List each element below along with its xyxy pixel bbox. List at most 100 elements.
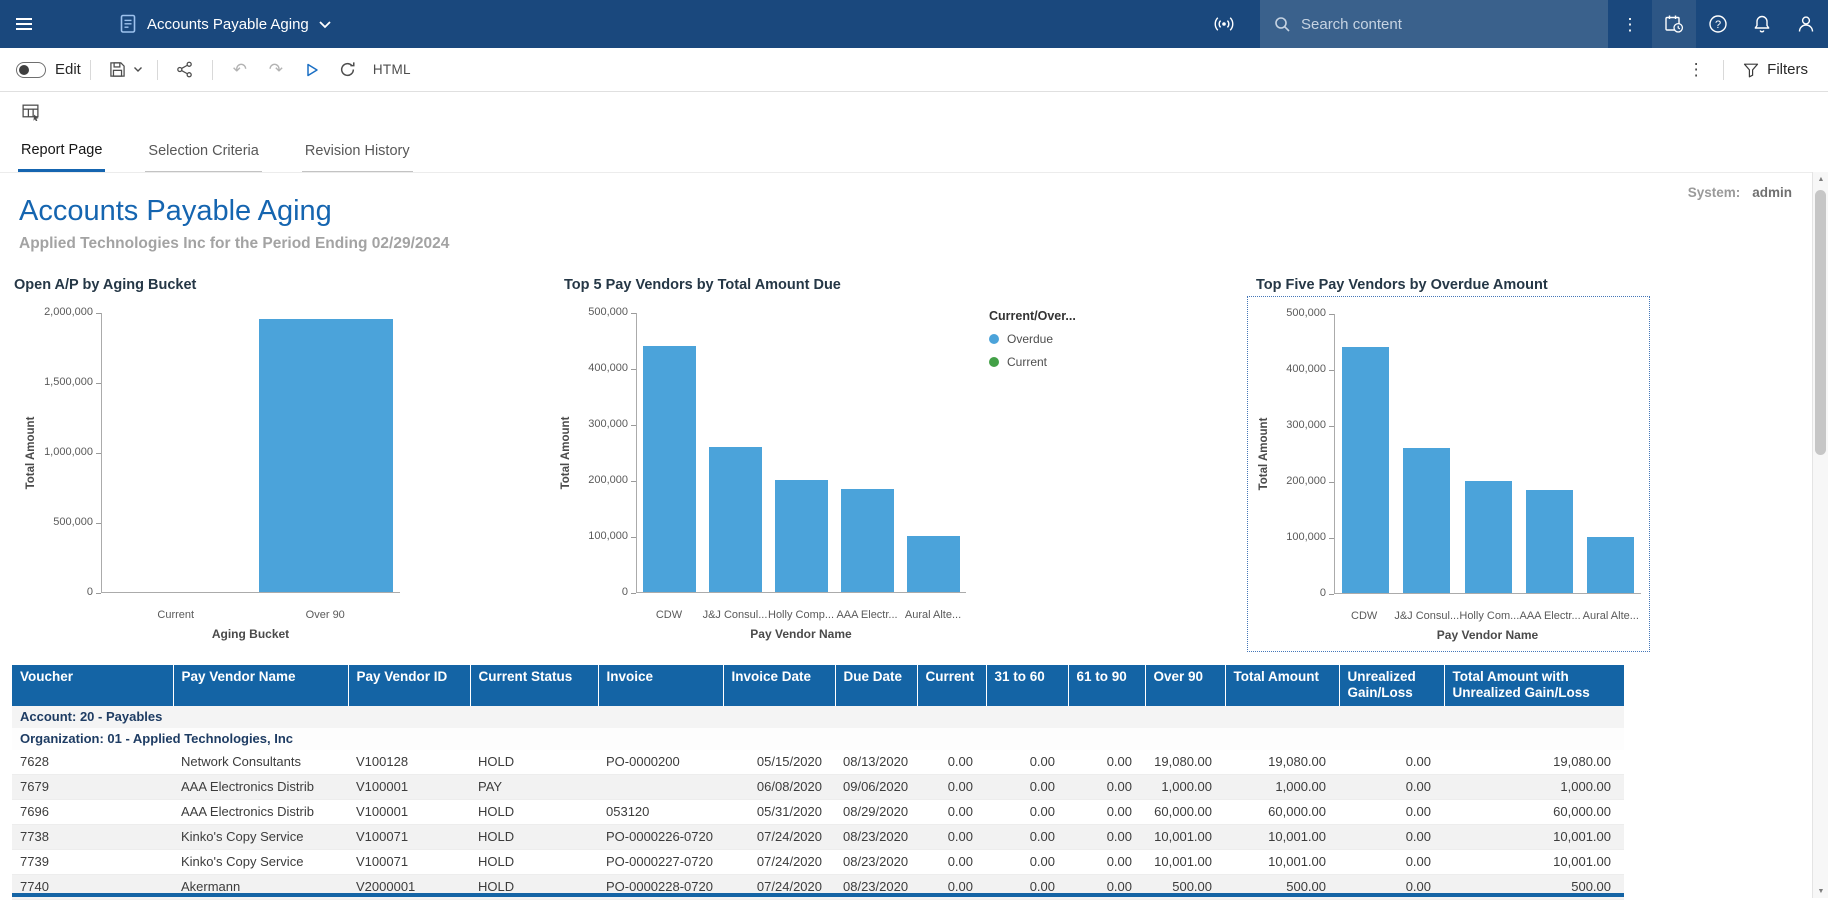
cell: 08/23/2020 xyxy=(835,849,917,874)
refresh-icon xyxy=(339,61,356,78)
bar-slot xyxy=(1580,314,1641,593)
edit-toggle-label: Edit xyxy=(55,61,81,78)
column-header[interactable]: Unrealized Gain/Loss xyxy=(1339,665,1444,706)
bar-cdw[interactable] xyxy=(1342,347,1389,593)
cell xyxy=(598,774,723,799)
cell: 19,080.00 xyxy=(1145,750,1225,775)
y-tick-label: 400,000 xyxy=(570,362,628,374)
bar-aaa-electr[interactable] xyxy=(1526,490,1573,593)
cell: HOLD xyxy=(470,824,598,849)
column-header[interactable]: Total Amount with Unrealized Gain/Loss xyxy=(1444,665,1624,706)
chart-open-ap-by-aging-bucket[interactable]: Total Amount0500,0001,000,0001,500,0002,… xyxy=(14,301,454,653)
bar-holly-com[interactable] xyxy=(1465,481,1512,593)
column-header[interactable]: 61 to 90 xyxy=(1068,665,1145,706)
document-switcher[interactable]: Accounts Payable Aging xyxy=(114,0,338,48)
search-placeholder: Search content xyxy=(1301,16,1402,33)
bar-slot xyxy=(834,313,900,592)
column-header[interactable]: Current Status xyxy=(470,665,598,706)
notifications-button[interactable] xyxy=(1740,0,1784,48)
toolbar-divider xyxy=(212,60,213,80)
schedule-button[interactable] xyxy=(1652,0,1696,48)
format-html-button[interactable]: HTML xyxy=(366,48,418,92)
cell: V100001 xyxy=(348,774,470,799)
bar-aural-alte[interactable] xyxy=(1587,537,1634,593)
column-header[interactable]: Voucher xyxy=(12,665,173,706)
scrollbar-thumb[interactable] xyxy=(1815,190,1826,455)
column-header[interactable]: Invoice Date xyxy=(723,665,835,706)
y-tick-label: 500,000 xyxy=(570,306,628,318)
tab-revision-history[interactable]: Revision History xyxy=(302,130,413,172)
x-axis-title: Pay Vendor Name xyxy=(1334,628,1641,642)
scroll-down-arrow[interactable]: ▼ xyxy=(1813,884,1828,898)
bar-aaa-electr[interactable] xyxy=(841,489,894,592)
undo-button[interactable]: ↶ xyxy=(222,48,258,92)
group-header: Organization: 01 - Applied Technologies,… xyxy=(12,728,1624,750)
y-tick-label: 0 xyxy=(570,586,628,598)
column-header[interactable]: Invoice xyxy=(598,665,723,706)
svg-text:?: ? xyxy=(1715,19,1721,31)
cell: 06/08/2020 xyxy=(723,774,835,799)
column-header[interactable]: Total Amount xyxy=(1225,665,1339,706)
y-tick-label: 100,000 xyxy=(570,530,628,542)
x-tick-labels: CurrentOver 90 xyxy=(101,609,400,621)
column-header[interactable]: Pay Vendor Name xyxy=(173,665,348,706)
account-button[interactable] xyxy=(1784,0,1828,48)
legend-item-current[interactable]: Current xyxy=(989,355,1076,369)
cell: 09/06/2020 xyxy=(835,774,917,799)
table-row: 7739Kinko's Copy ServiceV100071HOLDPO-00… xyxy=(12,849,1624,874)
column-header[interactable]: Current xyxy=(917,665,986,706)
legend-item-overdue[interactable]: Overdue xyxy=(989,332,1076,346)
share-icon xyxy=(176,61,193,78)
legend-title: Current/Over... xyxy=(989,309,1076,323)
tab-selection-criteria[interactable]: Selection Criteria xyxy=(145,130,261,172)
bar-holly-comp[interactable] xyxy=(775,480,828,592)
column-header[interactable]: Pay Vendor ID xyxy=(348,665,470,706)
save-options-button[interactable] xyxy=(128,48,148,92)
x-tick-label: Holly Com... xyxy=(1459,610,1519,622)
column-header[interactable]: 31 to 60 xyxy=(986,665,1068,706)
bar-j-j-consul[interactable] xyxy=(1403,448,1450,593)
bar-over-90[interactable] xyxy=(259,319,393,592)
cell: 0.00 xyxy=(1339,799,1444,824)
cell: 1,000.00 xyxy=(1145,774,1225,799)
run-button[interactable] xyxy=(294,48,330,92)
column-header[interactable]: Over 90 xyxy=(1145,665,1225,706)
data-alerts-button[interactable] xyxy=(1202,0,1246,48)
x-tick-label: Aural Alte... xyxy=(1581,610,1641,622)
help-button[interactable]: ? xyxy=(1696,0,1740,48)
filters-button[interactable]: Filters xyxy=(1733,48,1818,92)
edit-toggle[interactable] xyxy=(16,62,46,78)
y-tick-label: 0 xyxy=(35,586,93,598)
page-views-button[interactable] xyxy=(12,89,48,133)
column-header[interactable]: Due Date xyxy=(835,665,917,706)
cell: 7738 xyxy=(12,824,173,849)
bar-j-j-consul[interactable] xyxy=(709,447,762,592)
x-axis-title: Pay Vendor Name xyxy=(636,627,966,641)
chart-top5-vendors-total-due[interactable]: Total Amount0100,000200,000300,000400,00… xyxy=(540,301,1115,653)
app-bar-more-button[interactable]: ⋮ xyxy=(1608,0,1652,48)
redo-button[interactable]: ↷ xyxy=(258,48,294,92)
y-tick-label: 500,000 xyxy=(1268,307,1326,319)
more-options-button[interactable]: ⋮ xyxy=(1678,48,1714,92)
x-tick-labels: CDWJ&J Consul...Holly Com...AAA Electr..… xyxy=(1334,610,1641,622)
cell: 0.00 xyxy=(986,750,1068,775)
x-tick-label: AAA Electr... xyxy=(1520,610,1581,622)
cell: 0.00 xyxy=(986,774,1068,799)
tab-report-page[interactable]: Report Page xyxy=(18,130,105,172)
vertical-scrollbar[interactable]: ▲ ▼ xyxy=(1812,172,1828,898)
help-icon: ? xyxy=(1708,14,1728,34)
share-button[interactable] xyxy=(167,48,203,92)
search-bar[interactable]: Search content xyxy=(1260,0,1608,48)
x-tick-label: J&J Consul... xyxy=(702,609,768,621)
bar-aural-alte[interactable] xyxy=(907,536,960,592)
chart-top5-vendors-overdue[interactable]: Total Amount0100,000200,000300,000400,00… xyxy=(1247,296,1650,652)
main-menu-button[interactable] xyxy=(0,0,48,48)
scroll-up-arrow[interactable]: ▲ xyxy=(1813,172,1828,186)
cell: PO-0000200 xyxy=(598,750,723,775)
cell: 0.00 xyxy=(1068,849,1145,874)
y-tick-label: 1,500,000 xyxy=(35,376,93,388)
cell: 0.00 xyxy=(1339,824,1444,849)
cell: 05/31/2020 xyxy=(723,799,835,824)
bar-cdw[interactable] xyxy=(643,346,696,592)
refresh-button[interactable] xyxy=(330,48,366,92)
